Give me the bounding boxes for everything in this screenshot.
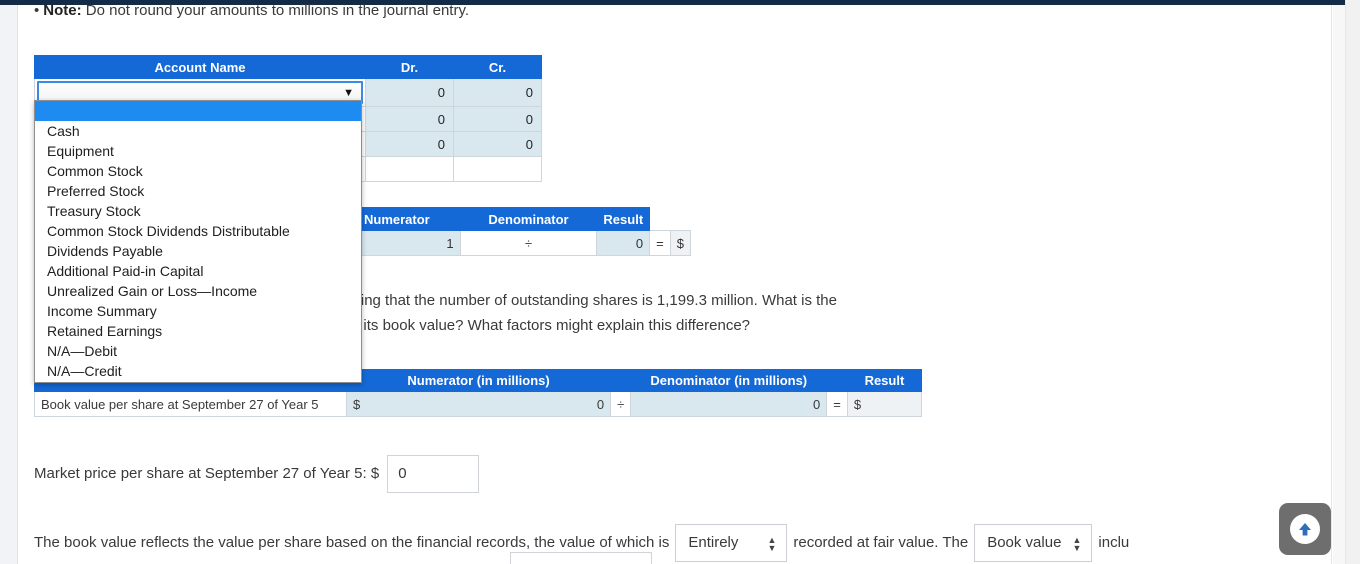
result-currency-symbol: $	[853, 396, 862, 412]
book-value-select-value: Book value	[987, 534, 1062, 551]
column-header-denominator: Denominator	[459, 207, 598, 231]
journal-entry-header-row: Account Name Dr. Cr.	[34, 55, 542, 79]
dropdown-option[interactable]	[35, 101, 361, 121]
dr-input-cell[interactable]: 0	[365, 106, 454, 132]
market-price-input[interactable]: 0	[387, 455, 480, 493]
fair-value-select[interactable]: Entirely ▲ ▼	[675, 524, 788, 562]
bottom-partial-input[interactable]	[510, 552, 652, 564]
cr-input-cell[interactable]: 0	[453, 106, 542, 132]
equals-symbol: =	[826, 391, 848, 417]
dr-input-cell[interactable]: 0	[365, 78, 454, 107]
cr-input-cell[interactable]: 0	[453, 131, 542, 157]
divide-symbol: ÷	[459, 230, 598, 256]
dropdown-option[interactable]: Equipment	[35, 141, 361, 161]
closing-text-part-1: The book value reflects the value per sh…	[34, 533, 670, 551]
column-header-result: Result	[596, 207, 651, 231]
cr-input-cell[interactable]: 0	[453, 78, 542, 107]
left-gutter	[0, 5, 18, 564]
fair-value-select-value: Entirely	[688, 534, 739, 551]
dropdown-option[interactable]: Dividends Payable	[35, 241, 361, 261]
column-header-denominator-millions: Denominator (in millions)	[630, 369, 828, 392]
dropdown-option[interactable]: Common Stock	[35, 161, 361, 181]
right-rail	[1333, 5, 1345, 564]
dropdown-option[interactable]: Retained Earnings	[35, 321, 361, 341]
dropdown-option[interactable]: Unrealized Gain or Loss—Income	[35, 281, 361, 301]
book-value-select[interactable]: Book value ▲ ▼	[974, 524, 1093, 562]
column-header-numerator-millions: Numerator (in millions)	[345, 369, 612, 392]
result-cell: $	[846, 391, 923, 417]
numerator-input[interactable]: 0	[360, 391, 612, 417]
dropdown-option[interactable]: Preferred Stock	[35, 181, 361, 201]
arrow-up-icon	[1290, 514, 1320, 544]
dropdown-option[interactable]: Treasury Stock	[35, 201, 361, 221]
divide-symbol: ÷	[610, 391, 632, 417]
table-row: Book value per share at September 27 of …	[34, 391, 923, 417]
note-label: Note:	[43, 2, 82, 19]
chevron-down-icon: ▼	[343, 87, 354, 99]
dropdown-option[interactable]: Cash	[35, 121, 361, 141]
result-currency-symbol: $	[676, 235, 684, 251]
dr-input-cell[interactable]: 0	[365, 131, 454, 157]
book-value-row-label: Book value per share at September 27 of …	[34, 391, 347, 417]
denominator-input[interactable]: 0	[596, 230, 651, 256]
column-header-result: Result	[846, 369, 923, 392]
closing-text-part-3: inclu	[1098, 533, 1130, 551]
dr-total-cell	[365, 156, 454, 182]
market-price-label: Market price per share at September 27 o…	[34, 464, 380, 482]
dropdown-option[interactable]: N/A—Debit	[35, 341, 361, 361]
numerator-currency-symbol: $	[346, 391, 361, 417]
account-name-dropdown-list[interactable]: Cash Equipment Common Stock Preferred Stock…	[34, 100, 362, 383]
cr-total-cell	[453, 156, 542, 182]
select-spinner-icon: ▲ ▼	[767, 535, 777, 553]
bullet-icon: •	[34, 2, 40, 19]
dropdown-option[interactable]: Common Stock Dividends Distributable	[35, 221, 361, 241]
dropdown-option[interactable]: Additional Paid-in Capital	[35, 261, 361, 281]
column-header-account-name: Account Name	[34, 55, 366, 79]
select-spinner-icon: ▲ ▼	[1072, 535, 1082, 553]
dropdown-option[interactable]: N/A—Credit	[35, 361, 361, 381]
dropdown-option[interactable]: Income Summary	[35, 301, 361, 321]
note-line: • Note: Do not round your amounts to mill…	[34, 1, 469, 21]
result-cell: $	[669, 230, 692, 256]
market-price-line: Market price per share at September 27 o…	[34, 455, 480, 493]
denominator-input[interactable]: 0	[630, 391, 828, 417]
equals-symbol: =	[649, 230, 671, 256]
column-header-cr: Cr.	[453, 55, 542, 79]
column-header-op-blank	[610, 369, 632, 392]
page-scrollbar-track[interactable]	[1345, 0, 1360, 564]
column-header-eq-blank	[826, 369, 848, 392]
page-root: • Note: Do not round your amounts to mill…	[0, 0, 1360, 564]
column-header-dr: Dr.	[365, 55, 454, 79]
scroll-to-top-button[interactable]	[1279, 503, 1331, 555]
closing-text-part-2: recorded at fair value. The	[793, 533, 969, 551]
note-text: Do not round your amounts to millions in…	[81, 2, 470, 19]
